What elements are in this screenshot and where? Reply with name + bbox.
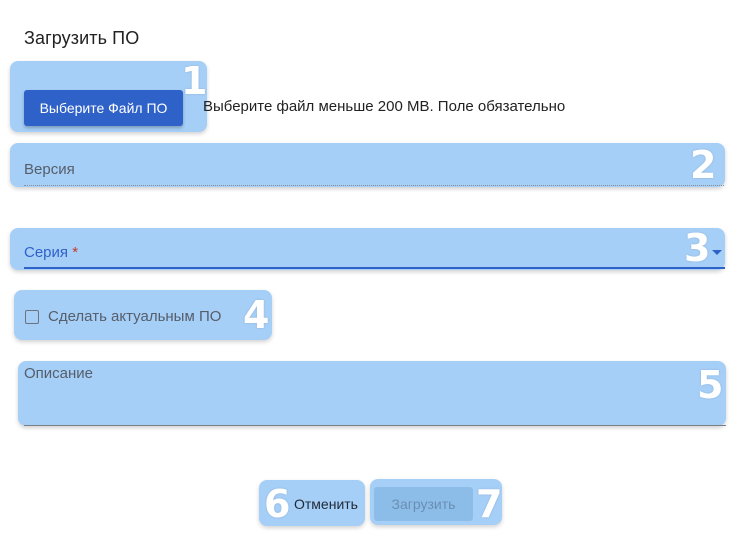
highlight-description-field[interactable]	[18, 361, 726, 426]
dialog-title: Загрузить ПО	[24, 28, 140, 48]
series-label-text: Серия	[24, 244, 69, 261]
cancel-button[interactable]: Отменить	[291, 493, 361, 515]
marker-3: 3	[684, 226, 711, 270]
marker-5: 5	[697, 363, 724, 407]
marker-2: 2	[690, 143, 717, 187]
highlight-version-field[interactable]	[10, 143, 725, 187]
dropdown-caret-icon[interactable]	[712, 250, 722, 255]
series-select-underline	[24, 267, 725, 269]
version-field-label: Версия	[24, 161, 75, 178]
marker-7: 7	[476, 482, 503, 526]
description-field-label: Описание	[24, 365, 94, 382]
file-hint-text: Выберите файл меньше 200 MB. Поле обязат…	[203, 98, 566, 115]
required-asterisk: *	[72, 244, 79, 261]
series-select-label: Серия *	[24, 244, 78, 261]
upload-button[interactable]: Загрузить	[374, 487, 473, 521]
marker-4: 4	[243, 293, 270, 337]
marker-6: 6	[264, 482, 291, 526]
highlight-series-select[interactable]	[10, 228, 725, 270]
make-current-checkbox[interactable]	[25, 310, 39, 324]
marker-1: 1	[181, 59, 208, 103]
make-current-checkbox-label[interactable]: Сделать актуальным ПО	[48, 308, 221, 325]
choose-file-button[interactable]: Выберите Файл ПО	[24, 90, 183, 126]
version-field-underline	[24, 185, 724, 186]
description-field-underline	[24, 425, 726, 426]
upload-software-dialog: Загрузить ПО Выберите Файл ПО 1 Выберите…	[0, 0, 750, 542]
